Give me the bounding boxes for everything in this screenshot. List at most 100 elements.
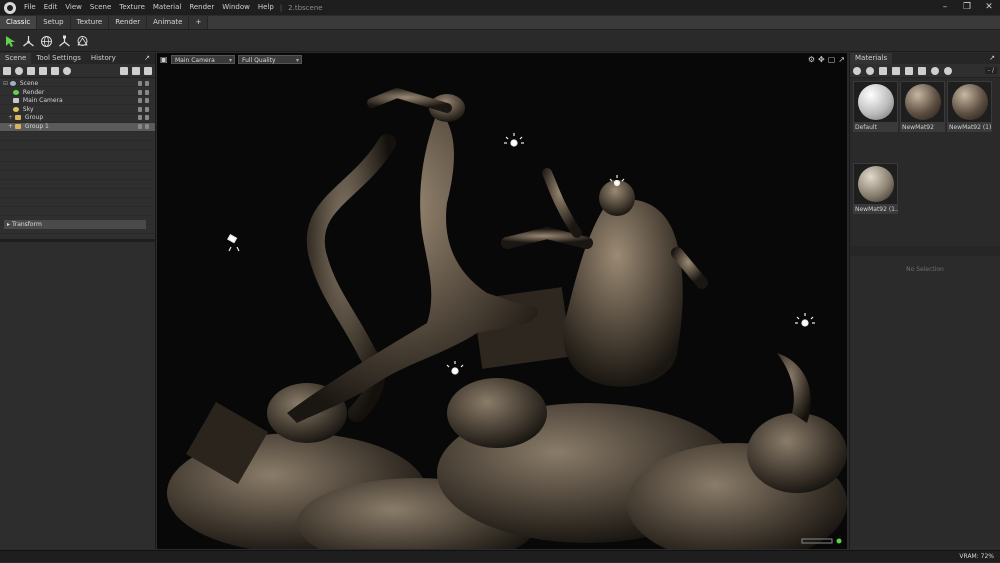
render-icon [13,89,19,95]
menu-render[interactable]: Render [185,0,218,15]
scale-gizmo-icon[interactable] [58,35,71,48]
material-label: Default [853,123,898,132]
row-lock-visibility[interactable] [138,106,149,112]
popout-icon[interactable]: ↗ [139,53,155,64]
scene-icon [9,81,16,86]
menu-help[interactable]: Help [254,0,278,15]
tree-item-label: Sky [22,105,34,113]
tree-item-render[interactable]: Render [0,89,155,98]
rotate-gizmo-icon[interactable] [40,35,53,48]
eyedropper-icon[interactable] [944,66,952,75]
sky-icon [13,106,19,112]
folder-icon[interactable] [120,66,128,75]
menu-view[interactable]: View [61,0,86,15]
material-card[interactable]: NewMat92 (1) [947,81,992,161]
duplicate-material-icon[interactable] [866,66,874,75]
material-preview [947,81,992,123]
status-bar: VRAM: 72% [0,550,1000,562]
tree-item-label: Render [22,88,45,96]
add-shadow-catcher-icon[interactable] [39,66,47,75]
add-audio-icon[interactable] [63,66,71,75]
tree-item-main-camera[interactable]: Main Camera [0,97,155,106]
move-view-icon[interactable]: ✥ [818,55,825,64]
tab-materials[interactable]: Materials [850,53,893,64]
apply-icon[interactable] [931,66,939,75]
viewport-camera-icon[interactable]: ▣ [160,55,168,64]
menu-scene[interactable]: Scene [86,0,115,15]
row-lock-visibility[interactable] [138,89,149,95]
tab-setup[interactable]: Setup [37,16,71,29]
link-icon[interactable] [879,66,887,75]
quality-select[interactable]: Full Quality [238,55,302,65]
material-preview [853,81,898,123]
viewport-controls: ⚙ ✥ ▢ ↗ [808,55,845,64]
materials-panel: Materials ↗ - / Default NewMat92 NewMat9… [849,53,1000,549]
bounds-gizmo-icon[interactable] [76,35,89,48]
light-gizmo-icon [504,133,524,147]
popout-icon[interactable]: ↗ [984,53,1000,64]
tree-item-label: Scene [19,80,39,87]
maximize-icon[interactable]: ❐ [956,0,978,15]
row-lock-visibility[interactable] [138,81,149,86]
delete-icon[interactable] [905,66,913,75]
menu-bar: File Edit View Scene Texture Material Re… [0,0,1000,15]
scene-panel: Scene Tool Settings History ↗ ⊟ Scene Re… [0,53,156,549]
material-label: NewMat92 (1) [947,123,992,132]
materials-panel-tabs: Materials ↗ [850,53,1000,64]
tab-tool-settings[interactable]: Tool Settings [31,53,86,64]
frame-icon[interactable]: ▢ [828,55,836,64]
row-lock-visibility[interactable] [138,123,149,129]
camera-icon [13,98,19,103]
folder-icon[interactable] [892,66,900,75]
menu-material[interactable]: Material [149,0,185,15]
tab-render[interactable]: Render [109,16,148,29]
transform-section-header[interactable]: ▸ Transform [4,220,146,229]
row-lock-visibility[interactable] [138,115,149,120]
file-name: 2.tbscene [288,3,323,12]
menu-file[interactable]: File [20,0,40,15]
zoom-field[interactable]: - / [984,67,997,74]
tab-classic[interactable]: Classic [0,16,38,29]
menu-edit[interactable]: Edit [40,0,62,15]
tab-animate[interactable]: Animate [147,16,190,29]
add-material-icon[interactable] [853,66,861,75]
minimize-icon[interactable]: – [934,0,956,15]
camera-select[interactable]: Main Camera [171,55,235,65]
popout-icon[interactable]: ↗ [838,55,845,64]
tree-item-scene[interactable]: ⊟ Scene [0,80,155,89]
add-camera-icon[interactable] [27,66,35,75]
close-icon[interactable]: ✕ [978,0,1000,15]
tab-scene[interactable]: Scene [0,53,32,64]
materials-toolbar: - / [850,64,1000,78]
folder-icon [14,123,21,129]
menu-texture[interactable]: Texture [115,0,149,15]
tree-item-group-1[interactable]: + Group 1 [0,122,155,131]
select-icon[interactable] [918,66,926,75]
row-lock-visibility[interactable] [138,98,149,103]
add-object-icon[interactable] [3,66,11,75]
tree-item-label: Group [24,114,44,121]
material-card[interactable]: Default [853,81,898,161]
add-light-icon[interactable] [15,66,23,75]
material-card[interactable]: NewMat92 (1... [853,163,898,243]
add-fog-icon[interactable] [51,66,59,75]
collapse-arrow-icon: ▸ [7,221,11,228]
materials-grid: Default NewMat92 NewMat92 (1) NewMat92 (… [850,78,1000,246]
material-label: NewMat92 (1... [853,205,898,214]
add-tab-button[interactable]: + [189,16,209,29]
tree-item-sky[interactable]: Sky [0,106,155,115]
scene-toolbar [0,64,155,78]
delete-icon[interactable] [144,66,152,75]
duplicate-icon[interactable] [132,66,140,75]
tree-item-group[interactable]: + Group [0,114,155,123]
tree-item-label: Group 1 [24,122,49,130]
menu-window[interactable]: Window [218,0,254,15]
tab-history[interactable]: History [86,53,121,64]
gear-icon[interactable]: ⚙ [808,55,815,64]
select-arrow-icon[interactable] [4,35,17,48]
3d-viewport[interactable]: ▣ Main Camera Full Quality ⚙ ✥ ▢ ↗ [157,53,847,549]
material-card[interactable]: NewMat92 [900,81,945,161]
scene-tree: ⊟ Scene Render Main Camera Sky + Group +… [0,78,155,153]
tab-texture[interactable]: Texture [70,16,110,29]
move-gizmo-icon[interactable] [22,35,35,48]
